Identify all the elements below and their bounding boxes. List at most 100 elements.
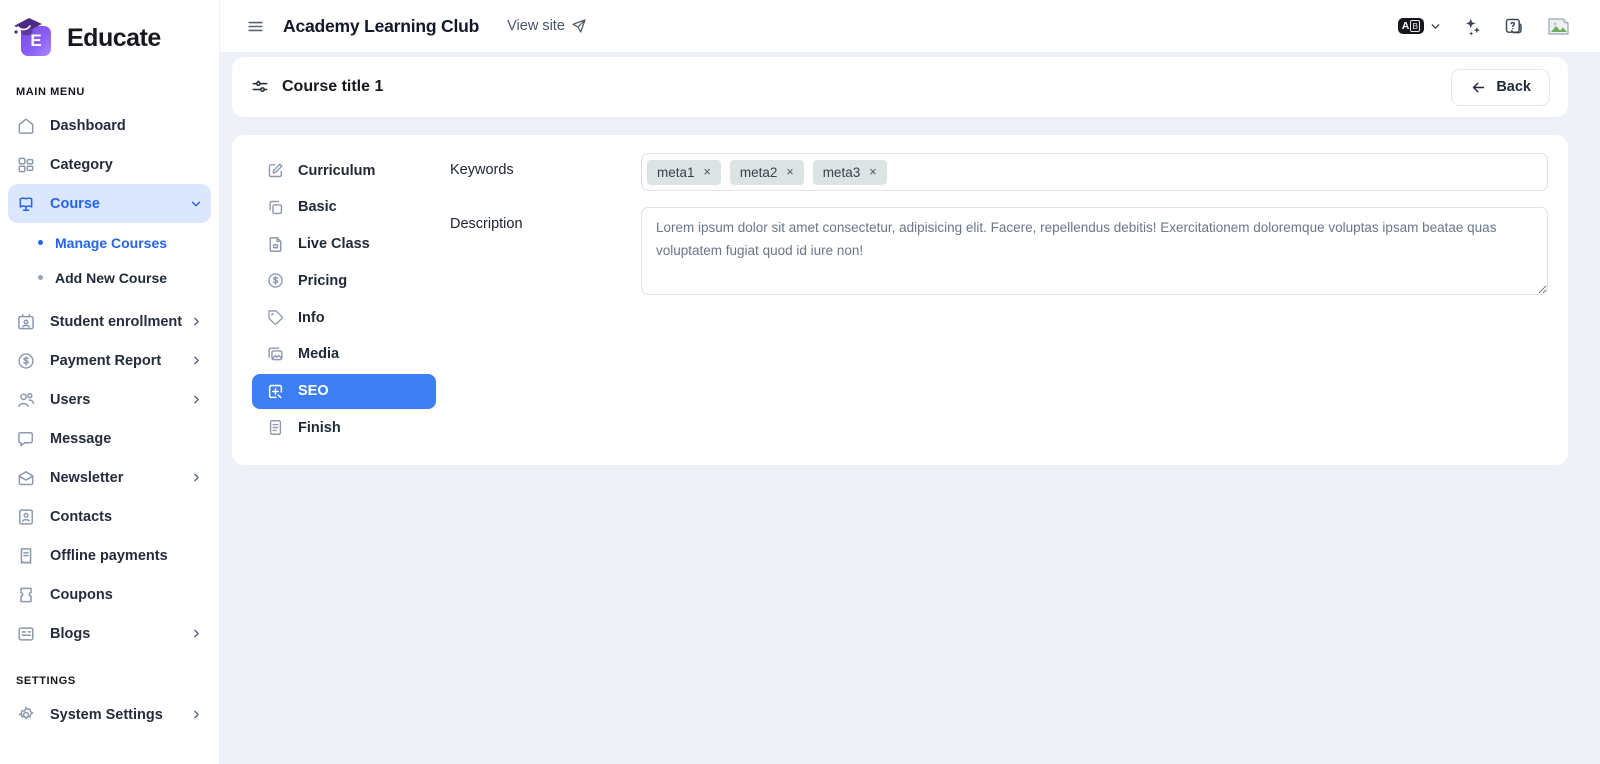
main-area: Academy Learning Club View site AB (220, 0, 1600, 764)
sidebar-item-newsletter[interactable]: Newsletter (0, 458, 219, 497)
tab-basic[interactable]: Basic (252, 190, 436, 225)
tab-label: SEO (298, 383, 329, 399)
images-icon (266, 345, 285, 364)
keyword-tag-label: meta3 (823, 165, 861, 180)
bullet-icon (38, 240, 43, 245)
users-icon (16, 390, 36, 410)
tab-label: Curriculum (298, 163, 375, 179)
settings-label: SETTINGS (0, 675, 219, 687)
chevron-down-icon (189, 197, 203, 211)
tag-icon (266, 308, 285, 327)
book-icon (16, 194, 36, 214)
sidebar-item-contacts[interactable]: Contacts (0, 497, 219, 536)
sidebar-item-label: Student enrollment (50, 314, 190, 330)
tab-finish[interactable]: Finish (252, 410, 436, 445)
view-site-label: View site (507, 18, 565, 34)
sidebar-item-users[interactable]: Users (0, 380, 219, 419)
translate-icon: AB (1398, 18, 1424, 34)
sidebar-item-payment-report[interactable]: Payment Report (0, 341, 219, 380)
bullet-icon (38, 275, 43, 280)
back-button-label: Back (1496, 79, 1531, 95)
arrow-left-icon (1470, 79, 1487, 96)
sidebar-item-student-enrollment[interactable]: Student enrollment (0, 302, 219, 341)
tab-label: Live Class (298, 236, 370, 252)
keywords-input[interactable]: meta1 × meta2 × meta3 × (641, 153, 1548, 191)
sidebar-item-label: Users (50, 392, 190, 408)
seo-form: Keywords meta1 × meta2 × meta3 (436, 153, 1548, 447)
edit-icon (266, 161, 285, 180)
sidebar-item-coupons[interactable]: Coupons (0, 575, 219, 614)
sidebar-subitem-label: Manage Courses (55, 235, 167, 251)
contact-card-icon (16, 507, 36, 527)
tab-live-class[interactable]: Live Class (252, 227, 436, 262)
main-menu-label: MAIN MENU (0, 86, 219, 98)
file-icon (266, 235, 285, 254)
view-site-link[interactable]: View site (507, 18, 587, 34)
sparkles-icon[interactable] (1462, 16, 1483, 37)
brand-logo[interactable]: E Educate (0, 10, 219, 62)
language-switcher[interactable]: AB (1398, 18, 1442, 34)
tab-pricing[interactable]: Pricing (252, 263, 436, 298)
sidebar-item-label: Dashboard (50, 118, 203, 134)
tab-curriculum[interactable]: Curriculum (252, 153, 436, 188)
keyword-tag-label: meta2 (740, 165, 778, 180)
chevron-right-icon (190, 471, 203, 484)
tab-seo[interactable]: SEO (252, 374, 436, 409)
remove-tag-icon[interactable]: × (704, 166, 711, 179)
sidebar-subitem-manage-courses[interactable]: Manage Courses (0, 227, 219, 258)
home-icon (16, 116, 36, 136)
checklist-icon (266, 418, 285, 437)
sidebar-nav: Dashboard Category Course Manage Co (0, 106, 219, 653)
remove-tag-icon[interactable]: × (786, 166, 793, 179)
sidebar-item-offline-payments[interactable]: Offline payments (0, 536, 219, 575)
brand-name: Educate (67, 24, 161, 53)
keyword-tag: meta2 × (730, 160, 804, 185)
tab-label: Info (298, 310, 325, 326)
help-guide-icon[interactable] (1503, 16, 1524, 37)
grid-icon (16, 155, 36, 175)
educate-logo-icon: E (12, 15, 58, 61)
page-header-left: Course title 1 (250, 77, 383, 97)
back-button[interactable]: Back (1451, 69, 1550, 106)
sidebar-item-label: Blogs (50, 626, 190, 642)
sidebar-item-label: Message (50, 431, 203, 447)
tab-label: Media (298, 346, 339, 362)
sidebar-item-label: Payment Report (50, 353, 190, 369)
chevron-right-icon (190, 708, 203, 721)
plus-square-icon (266, 382, 285, 401)
description-row: Description Lorem ipsum dolor sit amet c… (450, 207, 1548, 295)
sidebar-subitem-label: Add New Course (55, 270, 167, 286)
tab-media[interactable]: Media (252, 337, 436, 372)
send-icon (571, 18, 587, 34)
sidebar-subitem-add-new-course[interactable]: Add New Course (0, 262, 219, 293)
page-header-card: Course title 1 Back (232, 57, 1568, 117)
tab-label: Basic (298, 199, 337, 215)
sidebar-item-blogs[interactable]: Blogs (0, 614, 219, 653)
avatar[interactable] (1544, 11, 1574, 41)
chat-icon (16, 429, 36, 449)
hamburger-menu-icon[interactable] (246, 17, 265, 36)
course-form-card: Curriculum Basic Live Class (232, 135, 1568, 465)
app-root: E Educate MAIN MENU Dashboard (0, 0, 1600, 764)
description-label: Description (450, 207, 641, 295)
keyword-tag-label: meta1 (657, 165, 695, 180)
sidebar-item-label: System Settings (50, 707, 190, 723)
sidebar: E Educate MAIN MENU Dashboard (0, 0, 220, 764)
sidebar-item-course[interactable]: Course (8, 184, 211, 223)
sidebar-item-category[interactable]: Category (0, 145, 219, 184)
copy-icon (266, 198, 285, 217)
sidebar-item-dashboard[interactable]: Dashboard (0, 106, 219, 145)
site-title: Academy Learning Club (283, 16, 479, 37)
sidebar-item-message[interactable]: Message (0, 419, 219, 458)
sliders-icon (250, 77, 270, 97)
keywords-row: Keywords meta1 × meta2 × meta3 (450, 153, 1548, 191)
remove-tag-icon[interactable]: × (869, 166, 876, 179)
article-icon (16, 624, 36, 644)
sidebar-item-system-settings[interactable]: System Settings (0, 695, 219, 734)
tab-label: Pricing (298, 273, 347, 289)
description-textarea[interactable]: Lorem ipsum dolor sit amet consectetur, … (641, 207, 1548, 295)
chevron-right-icon (190, 627, 203, 640)
sidebar-item-label: Contacts (50, 509, 203, 525)
tab-info[interactable]: Info (252, 300, 436, 335)
keyword-tag: meta3 × (813, 160, 887, 185)
